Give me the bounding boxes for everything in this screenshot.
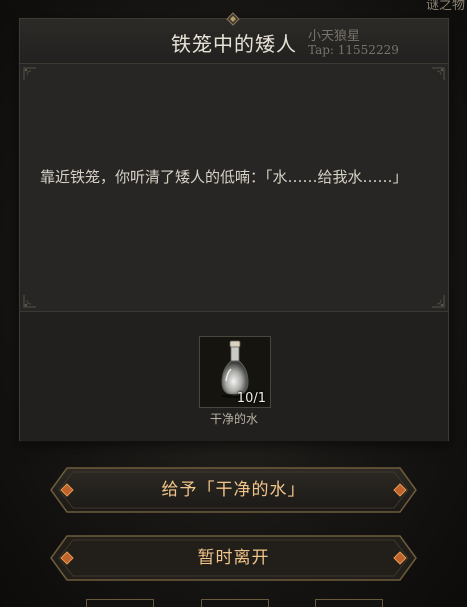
corner-ornament-icon [23, 67, 36, 80]
background-top-right-label: 谜之物 [425, 0, 465, 13]
dialog-title-bar: 铁笼中的矮人 小天狼星 Tap: 11552229 [20, 12, 448, 64]
leave-button[interactable]: 暂时离开 [49, 534, 418, 582]
story-area: 靠近铁笼，你听清了矮人的低喃：「水……给我水……」 [20, 64, 448, 311]
bottom-tab[interactable] [86, 599, 154, 607]
watermark-tap-id: Tap: 11552229 [308, 43, 399, 57]
corner-ornament-icon [432, 67, 445, 80]
top-ornament-icon [226, 12, 240, 26]
corner-ornament-icon [23, 295, 36, 308]
give-water-button[interactable]: 给予「干净的水」 [49, 466, 418, 514]
event-dialog: 铁笼中的矮人 小天狼星 Tap: 11552229 靠近铁笼，你听清了矮人的低喃… [19, 12, 449, 441]
reward-item-slot[interactable]: 10/1 [199, 336, 271, 408]
bottom-tab[interactable] [315, 599, 383, 607]
item-name: 干净的水 [209, 412, 258, 426]
bottom-tab[interactable] [201, 599, 269, 607]
item-count: 10/1 [236, 391, 266, 406]
watermark-name: 小天狼星 [308, 29, 361, 44]
give-water-button-label: 给予「干净的水」 [161, 480, 306, 500]
story-text: 靠近铁笼，你听清了矮人的低喃：「水……给我水……」 [40, 168, 408, 186]
leave-button-label: 暂时离开 [197, 548, 270, 568]
corner-ornament-icon [432, 295, 445, 308]
reward-area: 10/1 干净的水 [20, 311, 448, 441]
game-screen: 谜之物 铁笼中的矮人 小天狼星 Tap: 11552229 靠近铁笼，你听清了矮… [0, 0, 467, 607]
